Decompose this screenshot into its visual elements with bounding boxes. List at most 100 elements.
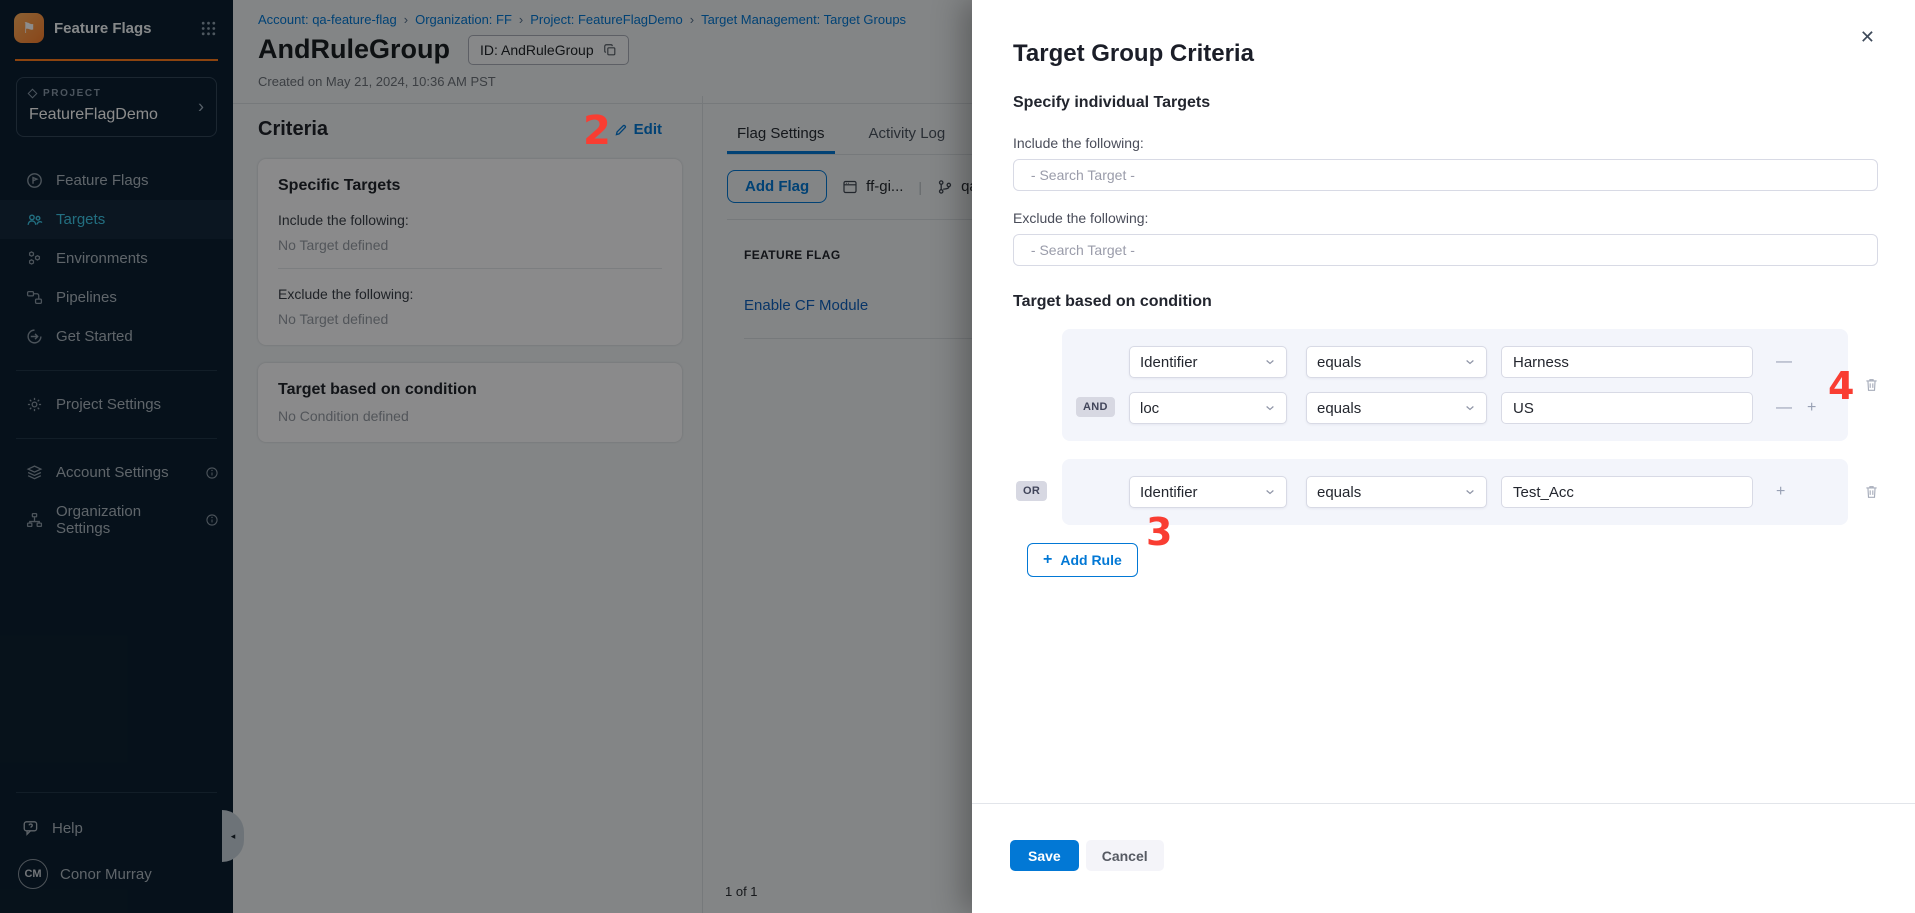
branch-icon [937, 179, 953, 195]
breadcrumb-organization[interactable]: Organization: FF [415, 12, 512, 27]
attribute-select[interactable]: Identifier [1129, 346, 1287, 378]
project-selector[interactable]: PROJECT FeatureFlagDemo › [16, 77, 217, 137]
divider [278, 268, 662, 269]
add-condition-button[interactable]: + [1776, 484, 1785, 500]
user-menu[interactable]: CM Conor Murray [0, 847, 233, 899]
exclude-label: Exclude the following: [278, 286, 662, 302]
drawer-title: Target Group Criteria [1013, 40, 1878, 68]
add-flag-button[interactable]: Add Flag [727, 170, 827, 203]
tab-activity-log[interactable]: Activity Log [859, 116, 956, 154]
include-following-label: Include the following: [1013, 135, 1878, 151]
sidebar-item-pipelines[interactable]: Pipelines [0, 278, 233, 317]
user-name: Conor Murray [60, 866, 152, 883]
divider [16, 370, 217, 371]
exclude-target-search-input[interactable] [1013, 234, 1878, 266]
value-input[interactable] [1501, 346, 1753, 378]
delete-rule-icon[interactable] [1864, 484, 1879, 501]
include-value: No Target defined [278, 237, 662, 253]
condition-group-2: OR Identifier equals + [1062, 459, 1848, 525]
add-condition-button[interactable]: + [1807, 400, 1816, 416]
condition-row: Identifier equals — [1129, 346, 1848, 378]
sidebar-item-account-settings[interactable]: Account Settings [0, 453, 233, 492]
attribute-select[interactable]: loc [1129, 392, 1287, 424]
flag-link-enable-cf-module[interactable]: Enable CF Module [744, 297, 868, 314]
sidebar-item-label: Get Started [56, 328, 133, 345]
feature-flags-logo-icon: ⚑ [14, 13, 44, 43]
sidebar-item-get-started[interactable]: Get Started [0, 317, 233, 356]
collapse-arrow-icon: ◂ [231, 831, 236, 842]
specify-targets-heading: Specify individual Targets [1013, 94, 1878, 112]
breadcrumb-separator: › [404, 12, 408, 27]
card-title: Target based on condition [278, 381, 662, 399]
delete-rule-icon[interactable] [1864, 377, 1879, 394]
remove-value-button[interactable]: — [1776, 354, 1792, 370]
pipeline-icon [26, 289, 43, 306]
sidebar-header: ⚑ Feature Flags [0, 0, 233, 53]
breadcrumb-target-management[interactable]: Target Management: Target Groups [701, 12, 906, 27]
org-hierarchy-icon [26, 512, 43, 529]
operator-select[interactable]: equals [1306, 392, 1487, 424]
chip-separator: | [918, 179, 922, 195]
value-input[interactable] [1501, 476, 1753, 508]
edit-criteria-button[interactable]: Edit [614, 121, 662, 138]
close-icon[interactable]: ✕ [1860, 27, 1875, 48]
include-target-search-input[interactable] [1013, 159, 1878, 191]
add-rule-button[interactable]: + Add Rule [1027, 543, 1138, 577]
app-title: Feature Flags [54, 20, 190, 37]
specific-targets-card: Specific Targets Include the following: … [258, 159, 682, 345]
page-title: AndRuleGroup [258, 34, 450, 65]
sidebar-item-feature-flags[interactable]: Feature Flags [0, 161, 233, 200]
flag-circle-icon [26, 172, 43, 189]
hexagons-icon [26, 250, 43, 267]
info-icon [205, 513, 219, 527]
value-input[interactable] [1501, 392, 1753, 424]
accent-bar [15, 59, 218, 61]
chevron-down-icon [1464, 486, 1476, 498]
sidebar-item-targets[interactable]: Targets [0, 200, 233, 239]
add-rule-label: Add Rule [1060, 552, 1121, 568]
id-chip-text: ID: AndRuleGroup [480, 42, 594, 58]
environment-chip-label: ff-gi... [866, 178, 903, 195]
breadcrumb-account[interactable]: Account: qa-feature-flag [258, 12, 397, 27]
help-label: Help [52, 820, 83, 837]
divider [16, 438, 217, 439]
operator-select[interactable]: equals [1306, 476, 1487, 508]
plus-icon: + [1043, 551, 1052, 569]
chevron-right-icon: › [198, 97, 204, 118]
condition-group-1: AND Identifier equals — loc [1062, 329, 1848, 441]
and-operator-chip: AND [1076, 397, 1115, 417]
chevron-down-icon [1264, 356, 1276, 368]
sidebar-item-label: Organization Settings [56, 503, 192, 537]
get-started-icon [26, 328, 43, 345]
id-chip: ID: AndRuleGroup [468, 35, 629, 65]
sidebar-item-environments[interactable]: Environments [0, 239, 233, 278]
sidebar-item-project-settings[interactable]: Project Settings [0, 385, 233, 424]
save-button[interactable]: Save [1010, 840, 1079, 871]
chevron-down-icon [1464, 356, 1476, 368]
or-operator-chip: OR [1016, 481, 1047, 501]
module-grid-icon[interactable] [200, 20, 217, 37]
help-chat-icon [22, 819, 40, 837]
tab-flag-settings[interactable]: Flag Settings [727, 116, 835, 154]
environment-chip[interactable]: ff-gi... [842, 178, 903, 195]
info-icon [205, 466, 219, 480]
chevron-down-icon [1264, 486, 1276, 498]
remove-value-button[interactable]: — [1776, 400, 1792, 416]
layers-icon [26, 464, 43, 481]
target-group-criteria-drawer: ✕ Target Group Criteria Specify individu… [972, 0, 1915, 913]
attribute-select[interactable]: Identifier [1129, 476, 1287, 508]
attribute-select-value: loc [1140, 400, 1159, 417]
sidebar-bottom: Help CM Conor Murray [0, 778, 233, 913]
cancel-button[interactable]: Cancel [1086, 840, 1164, 871]
include-label: Include the following: [278, 212, 662, 228]
environment-icon [842, 179, 858, 195]
people-icon [26, 211, 43, 228]
project-name: FeatureFlagDemo [29, 106, 204, 124]
condition-card: Target based on condition No Condition d… [258, 363, 682, 442]
help-button[interactable]: Help [0, 807, 233, 847]
operator-select[interactable]: equals [1306, 346, 1487, 378]
attribute-select-value: Identifier [1140, 354, 1198, 371]
copy-icon[interactable] [603, 43, 617, 57]
sidebar-item-organization-settings[interactable]: Organization Settings [0, 492, 233, 548]
breadcrumb-project[interactable]: Project: FeatureFlagDemo [530, 12, 682, 27]
